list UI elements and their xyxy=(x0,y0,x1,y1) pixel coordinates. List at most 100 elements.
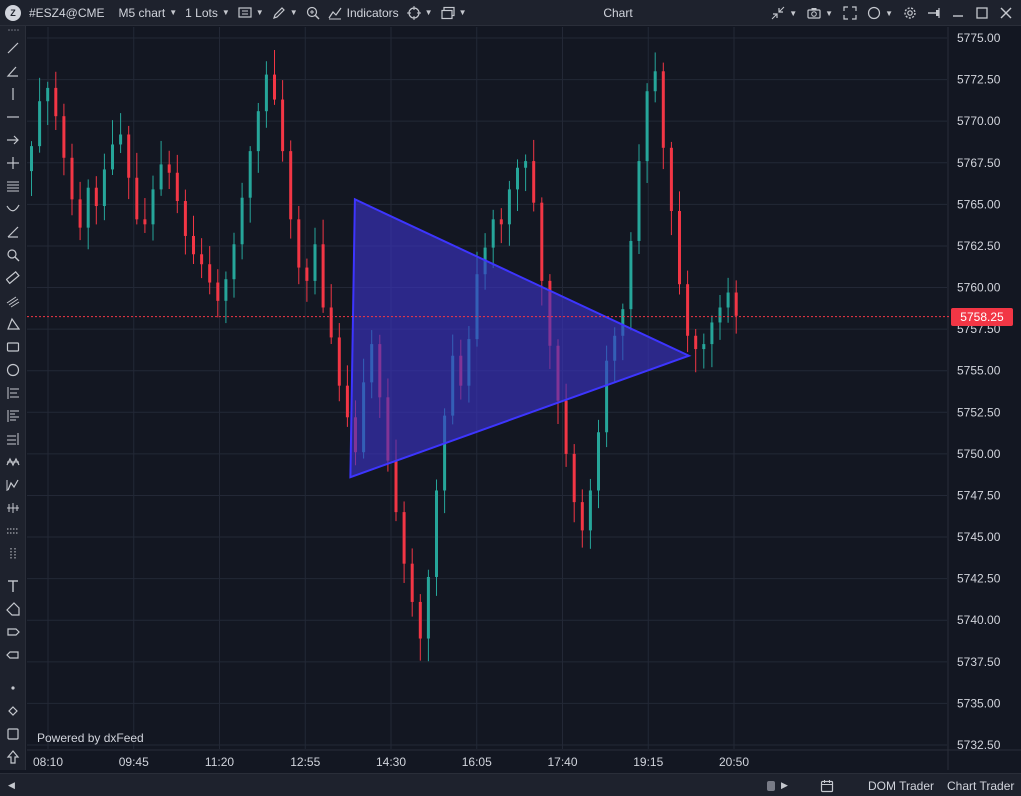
maximize-button[interactable] xyxy=(970,0,994,26)
calendar-icon xyxy=(820,779,834,792)
indicators-label: Indicators xyxy=(346,5,399,20)
fib-icon xyxy=(7,387,19,399)
y-tick-label: 5735.00 xyxy=(957,696,1001,710)
tool-elliott-wave[interactable] xyxy=(0,475,25,495)
y-tick-label: 5765.00 xyxy=(957,197,1001,211)
horizontal-scrollbar[interactable] xyxy=(30,780,790,791)
tool-triangle[interactable] xyxy=(0,314,25,334)
candle-body xyxy=(572,453,576,503)
ray-icon xyxy=(7,226,18,238)
candle-body xyxy=(313,244,317,281)
tool-fib-extension[interactable] xyxy=(0,406,25,426)
chart-area[interactable]: 5775.00 5772.50 5770.00 5767.50 5765.00 5762.… xyxy=(27,27,1021,770)
curve-icon xyxy=(5,204,20,212)
symbol-selector[interactable]: #ESZ4@CME xyxy=(25,0,109,26)
close-button[interactable] xyxy=(994,0,1021,26)
y-tick-label: 5740.00 xyxy=(957,613,1001,627)
close-icon xyxy=(1000,7,1012,19)
tool-channel[interactable] xyxy=(0,291,25,311)
y-tick-label: 5742.50 xyxy=(957,572,1001,586)
candle-body xyxy=(70,157,74,200)
tool-arrow-up[interactable] xyxy=(0,747,25,767)
candle-body xyxy=(637,161,641,241)
tool-dot[interactable] xyxy=(0,678,25,698)
tool-curve[interactable] xyxy=(0,199,25,219)
settings-button[interactable] xyxy=(898,0,922,26)
tool-trend-line[interactable] xyxy=(0,38,25,58)
tool-text[interactable] xyxy=(0,576,25,596)
timeframe-selector[interactable]: M5 chart ▼ xyxy=(115,0,182,26)
tool-price-label[interactable] xyxy=(0,645,25,665)
layout-button[interactable]: ▼ xyxy=(437,0,471,26)
tool-angle[interactable] xyxy=(0,61,25,81)
chevron-down-icon: ▼ xyxy=(885,8,893,18)
tool-price-range[interactable] xyxy=(0,544,25,564)
chevron-down-icon: ▼ xyxy=(289,8,298,17)
candle-body xyxy=(232,244,236,280)
lines-icon xyxy=(6,181,19,192)
lots-label: 1 Lots xyxy=(185,5,218,20)
tool-square-marker[interactable] xyxy=(0,724,25,744)
tool-vertical-line[interactable] xyxy=(0,84,25,104)
tool-parallel-lines[interactable] xyxy=(0,176,25,196)
zoom-button[interactable] xyxy=(302,0,324,26)
chart-trader-button[interactable]: Chart Trader xyxy=(947,774,1014,796)
crosshair-button[interactable]: ▼ xyxy=(403,0,437,26)
candle-body xyxy=(491,219,495,248)
scroll-left-button[interactable]: ◀ xyxy=(8,774,15,796)
tool-label[interactable] xyxy=(0,599,25,619)
fullscreen-icon xyxy=(843,6,857,20)
tool-crosshair[interactable] xyxy=(0,153,25,173)
calendar-button[interactable] xyxy=(820,774,834,796)
candle-body xyxy=(289,151,293,220)
chevron-down-icon: ▼ xyxy=(789,8,798,18)
shrink-button[interactable]: ▼ xyxy=(766,0,802,26)
candle-body xyxy=(143,219,147,225)
tool-rectangle[interactable] xyxy=(0,337,25,357)
scrollbar-thumb[interactable] xyxy=(767,781,775,791)
candle-body xyxy=(264,74,268,112)
chevron-down-icon: ▼ xyxy=(458,8,467,17)
fullscreen-button[interactable] xyxy=(838,0,862,26)
tool-date-range[interactable] xyxy=(0,521,25,541)
candle-body xyxy=(734,292,738,316)
arrow-icon xyxy=(6,135,19,145)
fib-fan-icon xyxy=(6,433,18,445)
pencil-icon xyxy=(272,6,285,19)
tool-ellipse[interactable] xyxy=(0,360,25,380)
screenshot-button[interactable]: ▼ xyxy=(802,0,838,26)
theme-button[interactable]: ▼ xyxy=(862,0,898,26)
price-chart[interactable]: 5775.00 5772.50 5770.00 5767.50 5765.00 5762.… xyxy=(27,27,1021,770)
tool-arrow[interactable] xyxy=(0,130,25,150)
chart-type-button[interactable]: ▼ xyxy=(234,0,268,26)
wave-icon xyxy=(6,479,19,491)
candle-body xyxy=(710,322,714,345)
tool-fib-fan[interactable] xyxy=(0,429,25,449)
drawing-tools-button[interactable]: ▼ xyxy=(268,0,302,26)
tool-fib-retracement[interactable] xyxy=(0,383,25,403)
candle-body xyxy=(30,146,33,172)
horizontal-line-icon xyxy=(6,116,19,118)
tool-ray[interactable] xyxy=(0,222,25,242)
tool-callout[interactable] xyxy=(0,622,25,642)
chart-type-icon xyxy=(238,6,252,18)
lots-selector[interactable]: 1 Lots ▼ xyxy=(181,0,234,26)
minimize-button[interactable] xyxy=(946,0,970,26)
x-tick-label: 16:05 xyxy=(462,755,492,769)
candle-body xyxy=(645,91,649,162)
indicators-button[interactable]: Indicators xyxy=(324,0,403,26)
tool-pattern[interactable] xyxy=(0,452,25,472)
candle-body xyxy=(273,74,276,100)
symbol-label: #ESZ4@CME xyxy=(29,5,105,20)
tool-ruler[interactable] xyxy=(0,268,25,288)
x-tick-label: 12:55 xyxy=(290,755,320,769)
drag-handle[interactable] xyxy=(0,26,25,34)
candle-body xyxy=(702,344,706,350)
dom-trader-button[interactable]: DOM Trader xyxy=(868,774,934,796)
tool-marker[interactable] xyxy=(0,701,25,721)
tool-projection[interactable] xyxy=(0,498,25,518)
tool-magnifier[interactable] xyxy=(0,245,25,265)
pin-button[interactable] xyxy=(922,0,946,26)
tool-horizontal-line[interactable] xyxy=(0,107,25,127)
scroll-right-button[interactable]: ▶ xyxy=(781,774,788,796)
